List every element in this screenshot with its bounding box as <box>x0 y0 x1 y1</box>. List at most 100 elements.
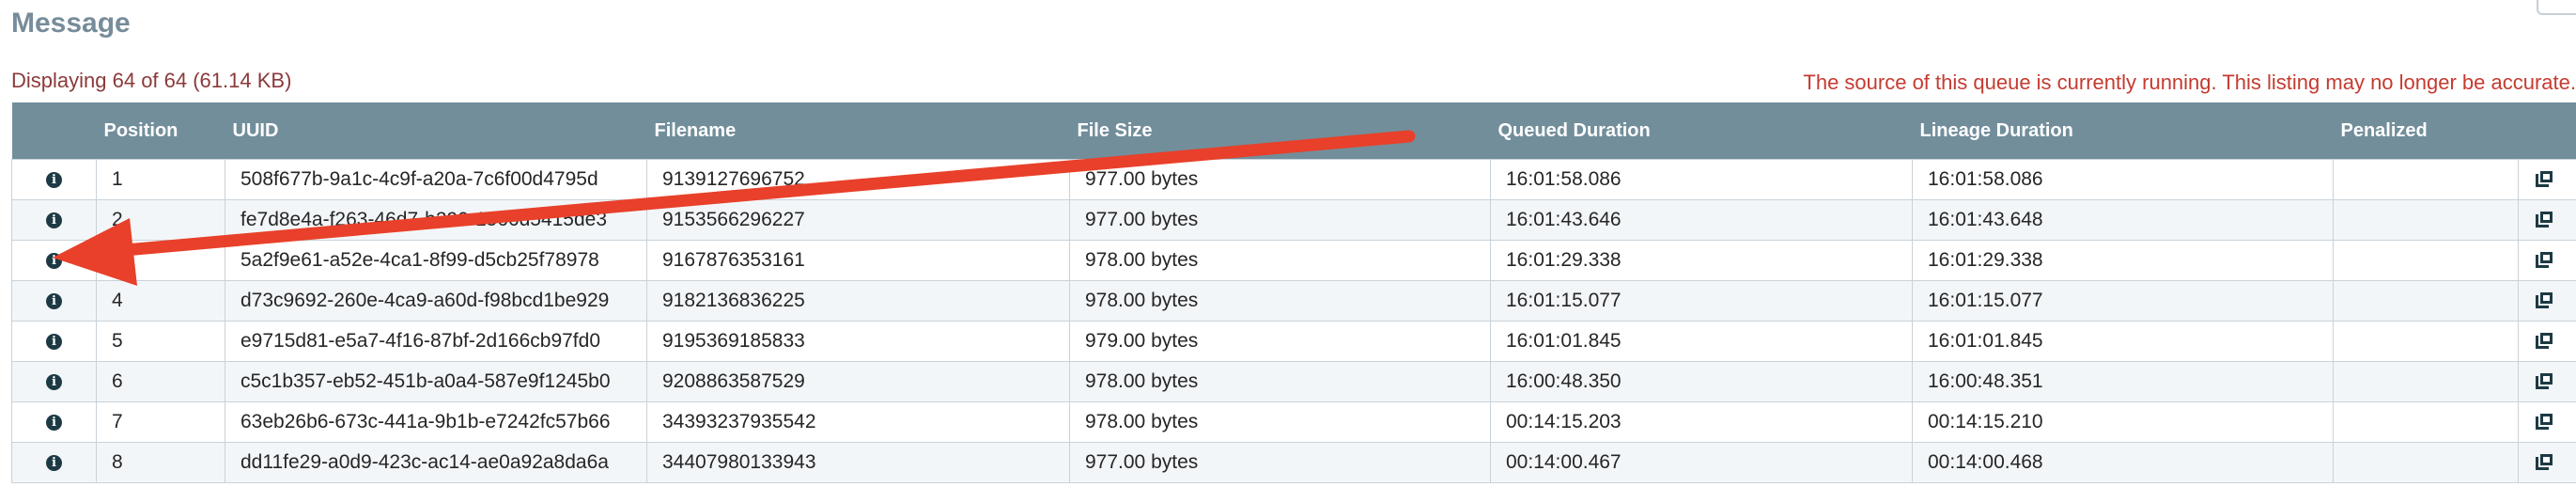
column-header-details <box>11 102 97 160</box>
cell-lineage: 16:00:48.351 <box>1912 361 2334 402</box>
provenance-icon[interactable] <box>2534 170 2554 189</box>
provenance-icon[interactable] <box>2534 372 2554 391</box>
table-header-row: Position UUID Filename File Size Queued … <box>11 102 2576 160</box>
cell-queued: 16:01:43.646 <box>1490 199 1913 241</box>
info-icon[interactable]: i <box>46 373 62 390</box>
table-row[interactable]: i 3 5a2f9e61-a52e-4ca1-8f99-d5cb25f78978 91… <box>11 240 2576 281</box>
details-cell[interactable]: i <box>11 361 97 402</box>
details-cell[interactable]: i <box>11 199 97 241</box>
cell-position: 6 <box>96 361 225 402</box>
info-icon[interactable]: i <box>46 414 62 431</box>
action-cell <box>2518 321 2576 362</box>
cell-penalized <box>2333 159 2519 200</box>
cell-penalized <box>2333 240 2519 281</box>
provenance-icon[interactable] <box>2534 413 2554 432</box>
details-cell[interactable]: i <box>11 401 97 443</box>
cell-position: 3 <box>96 240 225 281</box>
dialog-close-area[interactable] <box>2537 0 2576 15</box>
info-icon[interactable]: i <box>46 292 62 309</box>
cell-size: 978.00 bytes <box>1069 401 1491 443</box>
cell-filename: 34407980133943 <box>646 442 1070 483</box>
provenance-icon[interactable] <box>2534 211 2554 229</box>
cell-position: 8 <box>96 442 225 483</box>
page-title: Message <box>11 8 131 39</box>
column-header-uuid[interactable]: UUID <box>225 102 647 160</box>
cell-filename: 9208863587529 <box>646 361 1070 402</box>
cell-filename: 9182136836225 <box>646 280 1070 322</box>
cell-penalized <box>2333 442 2519 483</box>
cell-lineage: 16:01:29.338 <box>1912 240 2334 281</box>
provenance-icon[interactable] <box>2534 453 2554 472</box>
cell-lineage: 16:01:58.086 <box>1912 159 2334 200</box>
table-body: i 1 508f677b-9a1c-4c9f-a20a-7c6f00d4795d 91… <box>11 159 2576 483</box>
column-header-position[interactable]: Position <box>96 102 225 160</box>
details-cell[interactable]: i <box>11 280 97 322</box>
cell-filename: 9195369185833 <box>646 321 1070 362</box>
details-cell[interactable]: i <box>11 240 97 281</box>
info-icon[interactable]: i <box>46 212 62 228</box>
column-header-actions <box>2518 102 2576 160</box>
cell-filename: 9167876353161 <box>646 240 1070 281</box>
cell-uuid: dd11fe29-a0d9-423c-ac14-ae0a92a8da6a <box>225 442 647 483</box>
cell-penalized <box>2333 280 2519 322</box>
action-cell <box>2518 240 2576 281</box>
details-cell[interactable]: i <box>11 442 97 483</box>
cell-position: 4 <box>96 280 225 322</box>
cell-queued: 16:00:48.350 <box>1490 361 1913 402</box>
cell-size: 977.00 bytes <box>1069 159 1491 200</box>
cell-size: 978.00 bytes <box>1069 280 1491 322</box>
cell-lineage: 00:14:00.468 <box>1912 442 2334 483</box>
details-cell[interactable]: i <box>11 159 97 200</box>
cell-filename: 9153566296227 <box>646 199 1070 241</box>
queue-running-warning: The source of this queue is currently ru… <box>1803 71 2576 94</box>
cell-uuid: d73c9692-260e-4ca9-a60d-f98bcd1be929 <box>225 280 647 322</box>
cell-size: 977.00 bytes <box>1069 442 1491 483</box>
table-row[interactable]: i 7 63eb26b6-673c-441a-9b1b-e7242fc57b66 34… <box>11 401 2576 443</box>
cell-size: 978.00 bytes <box>1069 361 1491 402</box>
queue-table: Position UUID Filename File Size Queued … <box>11 102 2576 483</box>
info-icon[interactable]: i <box>46 454 62 471</box>
info-icon[interactable]: i <box>46 252 62 269</box>
cell-uuid: 5a2f9e61-a52e-4ca1-8f99-d5cb25f78978 <box>225 240 647 281</box>
table-row[interactable]: i 8 dd11fe29-a0d9-423c-ac14-ae0a92a8da6a 34… <box>11 442 2576 483</box>
cell-queued: 16:01:29.338 <box>1490 240 1913 281</box>
provenance-icon[interactable] <box>2534 291 2554 310</box>
action-cell <box>2518 361 2576 402</box>
cell-size: 979.00 bytes <box>1069 321 1491 362</box>
cell-position: 5 <box>96 321 225 362</box>
table-row[interactable]: i 2 fe7d8e4a-f263-46d7-b290-1566d5415de3 91… <box>11 199 2576 241</box>
cell-filename: 9139127696752 <box>646 159 1070 200</box>
cell-penalized <box>2333 321 2519 362</box>
cell-filename: 34393237935542 <box>646 401 1070 443</box>
column-header-filename[interactable]: Filename <box>646 102 1070 160</box>
cell-position: 2 <box>96 199 225 241</box>
table-row[interactable]: i 5 e9715d81-e5a7-4f16-87bf-2d166cb97fd0 91… <box>11 321 2576 362</box>
provenance-icon[interactable] <box>2534 251 2554 270</box>
info-icon[interactable]: i <box>46 333 62 350</box>
cell-uuid: c5c1b357-eb52-451b-a0a4-587e9f1245b0 <box>225 361 647 402</box>
cell-penalized <box>2333 401 2519 443</box>
cell-queued: 00:14:00.467 <box>1490 442 1913 483</box>
column-header-lineage-duration[interactable]: Lineage Duration <box>1912 102 2334 160</box>
table-row[interactable]: i 4 d73c9692-260e-4ca9-a60d-f98bcd1be929 91… <box>11 280 2576 322</box>
column-header-penalized[interactable]: Penalized <box>2333 102 2519 160</box>
flowfile-queue-listing: Message Displaying 64 of 64 (61.14 KB) T… <box>0 0 2576 487</box>
action-cell <box>2518 401 2576 443</box>
column-header-file-size[interactable]: File Size <box>1069 102 1491 160</box>
cell-penalized <box>2333 361 2519 402</box>
cell-lineage: 16:01:01.845 <box>1912 321 2334 362</box>
cell-lineage: 16:01:15.077 <box>1912 280 2334 322</box>
provenance-icon[interactable] <box>2534 332 2554 351</box>
cell-queued: 00:14:15.203 <box>1490 401 1913 443</box>
cell-position: 1 <box>96 159 225 200</box>
column-header-queued-duration[interactable]: Queued Duration <box>1490 102 1913 160</box>
cell-uuid: 63eb26b6-673c-441a-9b1b-e7242fc57b66 <box>225 401 647 443</box>
details-cell[interactable]: i <box>11 321 97 362</box>
action-cell <box>2518 199 2576 241</box>
cell-queued: 16:01:15.077 <box>1490 280 1913 322</box>
table-row[interactable]: i 6 c5c1b357-eb52-451b-a0a4-587e9f1245b0 92… <box>11 361 2576 402</box>
action-cell <box>2518 159 2576 200</box>
cell-lineage: 00:14:15.210 <box>1912 401 2334 443</box>
table-row[interactable]: i 1 508f677b-9a1c-4c9f-a20a-7c6f00d4795d 91… <box>11 159 2576 200</box>
info-icon[interactable]: i <box>46 171 62 188</box>
